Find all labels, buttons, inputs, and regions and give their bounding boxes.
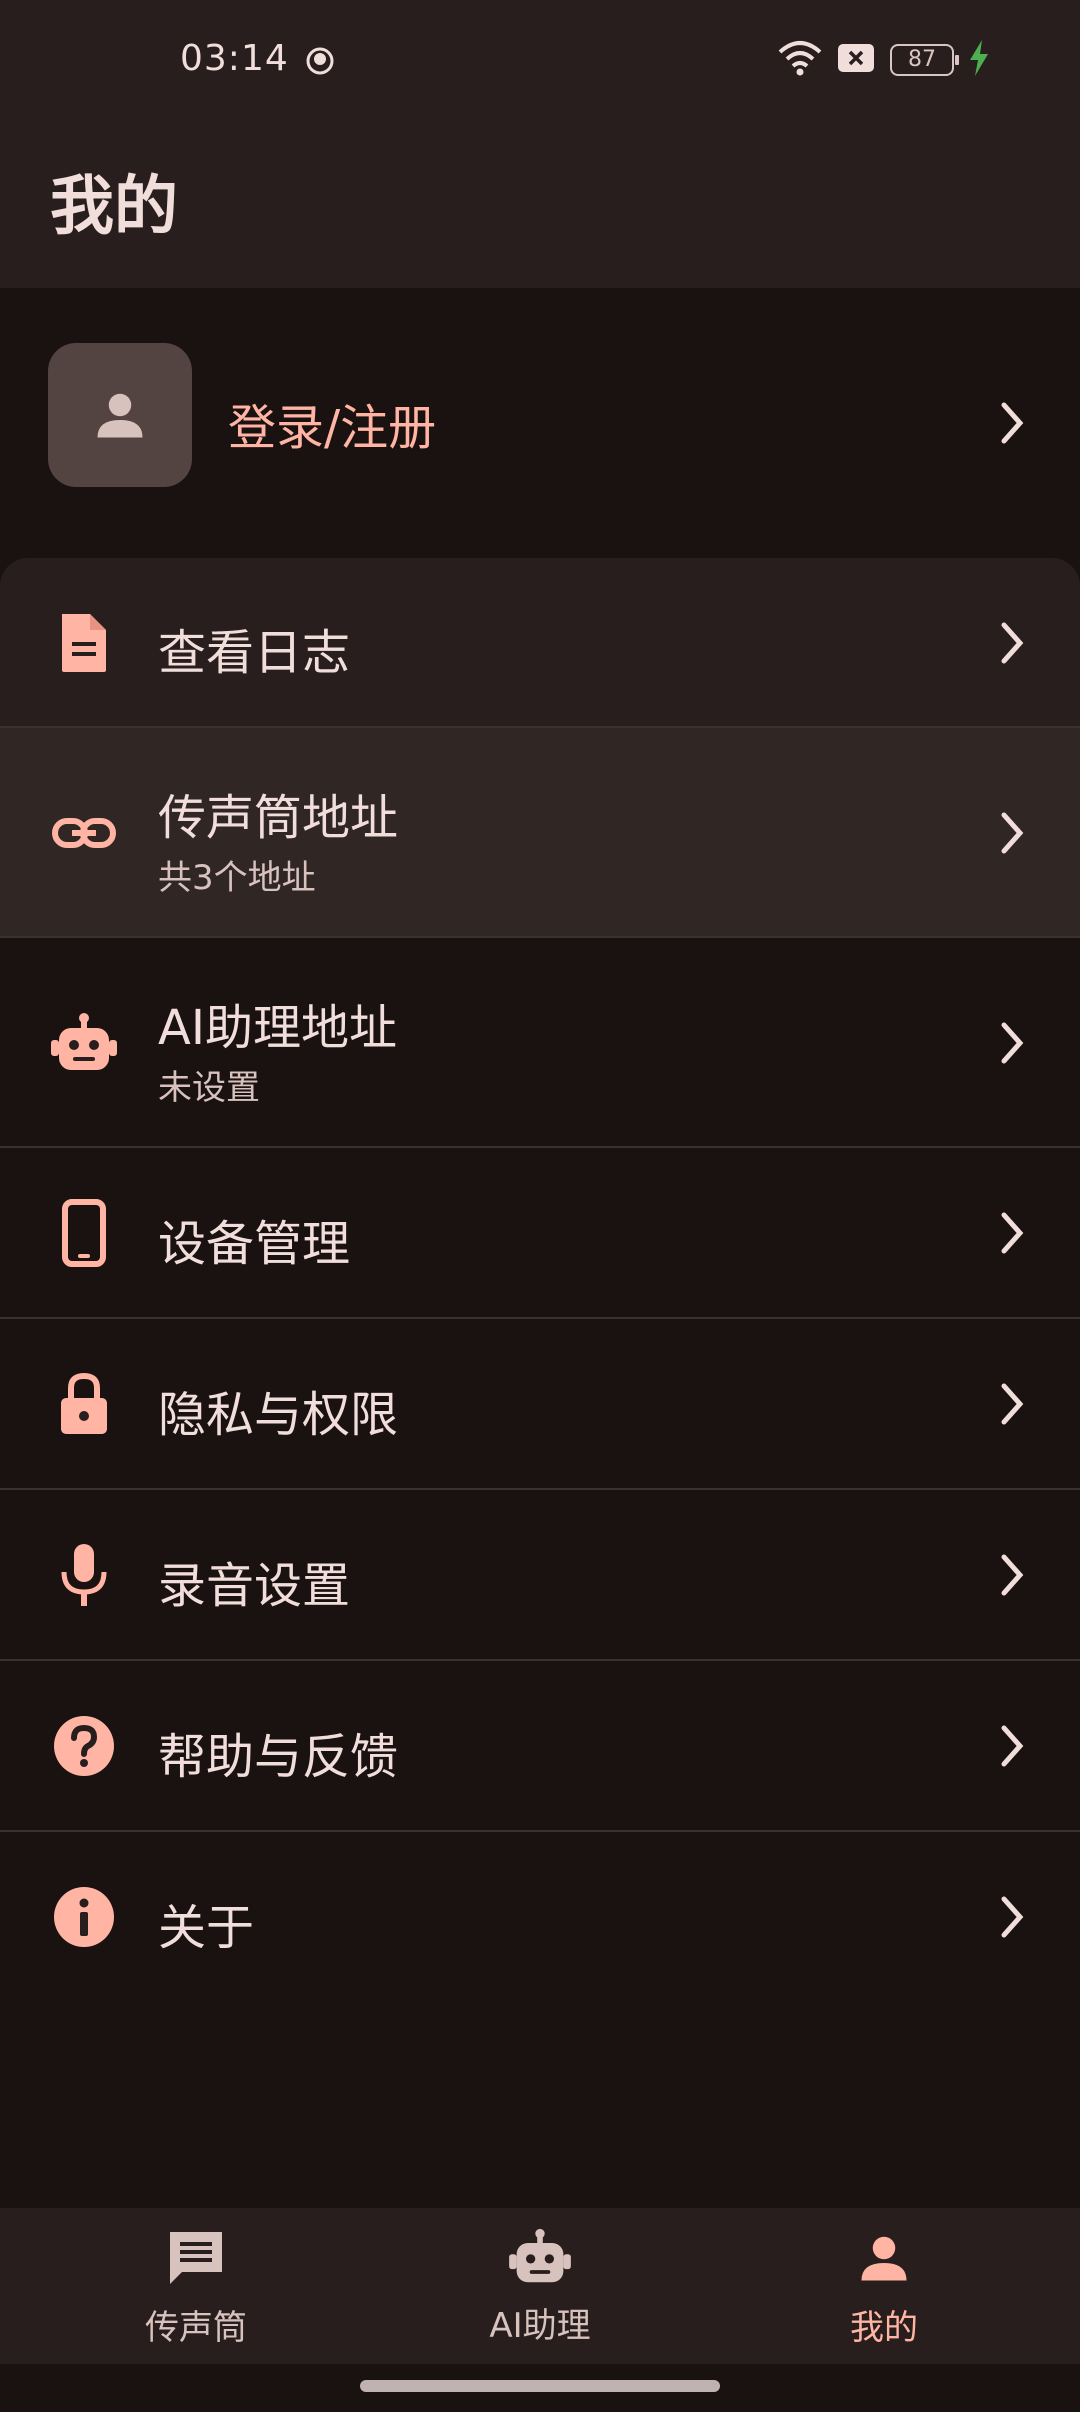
- menu-item-subtitle: 未设置: [158, 1068, 260, 1108]
- menu-item-relay-address[interactable]: 传声筒地址 共3个地址: [0, 728, 1080, 938]
- wifi-icon: [778, 40, 822, 80]
- nav-tab-mine[interactable]: 我的: [734, 2228, 1034, 2358]
- notification-app-icon: [305, 46, 335, 80]
- page-title: 我的: [50, 170, 178, 244]
- menu-item-label: 设备管理: [158, 1216, 351, 1272]
- document-icon: [50, 609, 118, 677]
- chevron-right-icon: [994, 812, 1030, 854]
- status-time: 03:14: [180, 38, 289, 79]
- sim-off-icon: [836, 42, 876, 78]
- phone-icon: [50, 1199, 118, 1267]
- battery-icon: 87: [890, 44, 959, 76]
- charging-icon: [968, 40, 990, 80]
- lock-icon: [50, 1370, 118, 1438]
- login-row[interactable]: 登录/注册: [0, 288, 1080, 558]
- mic-icon: [50, 1541, 118, 1609]
- menu-item-label: AI助理地址: [158, 1000, 397, 1056]
- page-header: 我的: [0, 125, 1080, 288]
- menu-item-device-management[interactable]: 设备管理: [0, 1148, 1080, 1319]
- nav-tab-label: 传声筒: [145, 2308, 247, 2348]
- menu-item-label: 隐私与权限: [158, 1387, 399, 1443]
- menu-item-label: 查看日志: [158, 625, 351, 681]
- chevron-right-icon: [994, 402, 1030, 444]
- menu-item-help-feedback[interactable]: 帮助与反馈: [0, 1661, 1080, 1832]
- chevron-right-icon: [994, 1554, 1030, 1596]
- robot-icon: [509, 2228, 571, 2290]
- status-bar: 03:14 87: [0, 0, 1080, 125]
- chat-icon: [166, 2232, 226, 2292]
- menu-item-label: 帮助与反馈: [158, 1729, 399, 1785]
- menu-item-label: 传声筒地址: [158, 790, 399, 846]
- chevron-right-icon: [994, 1022, 1030, 1064]
- chevron-right-icon: [994, 1725, 1030, 1767]
- person-icon: [854, 2236, 914, 2292]
- nav-tab-relay[interactable]: 传声筒: [46, 2228, 346, 2358]
- menu-item-about[interactable]: 关于: [0, 1832, 1080, 2003]
- nav-tab-label: AI助理: [489, 2306, 591, 2346]
- menu-item-ai-assistant-address[interactable]: AI助理地址 未设置: [0, 938, 1080, 1148]
- help-icon: [50, 1712, 118, 1780]
- chevron-right-icon: [994, 1212, 1030, 1254]
- person-icon: [97, 393, 143, 438]
- nav-tab-ai-assistant[interactable]: AI助理: [390, 2228, 690, 2358]
- chevron-right-icon: [994, 622, 1030, 664]
- menu-item-subtitle: 共3个地址: [158, 858, 316, 898]
- login-register-label[interactable]: 登录/注册: [228, 388, 436, 458]
- menu-item-label: 关于: [158, 1900, 255, 1956]
- menu-item-recording-settings[interactable]: 录音设置: [0, 1490, 1080, 1661]
- chevron-right-icon: [994, 1383, 1030, 1425]
- robot-icon: [50, 1009, 118, 1077]
- avatar[interactable]: [48, 343, 192, 487]
- home-indicator[interactable]: [360, 2380, 720, 2392]
- info-icon: [50, 1883, 118, 1951]
- nav-tab-label: 我的: [850, 2308, 918, 2348]
- link-icon: [50, 799, 118, 867]
- menu-item-view-logs[interactable]: 查看日志: [0, 558, 1080, 728]
- chevron-right-icon: [994, 1896, 1030, 1938]
- menu-item-privacy-permissions[interactable]: 隐私与权限: [0, 1319, 1080, 1490]
- bottom-navigation: 传声筒 AI助理 我的: [0, 2208, 1080, 2364]
- menu-item-label: 录音设置: [158, 1558, 351, 1614]
